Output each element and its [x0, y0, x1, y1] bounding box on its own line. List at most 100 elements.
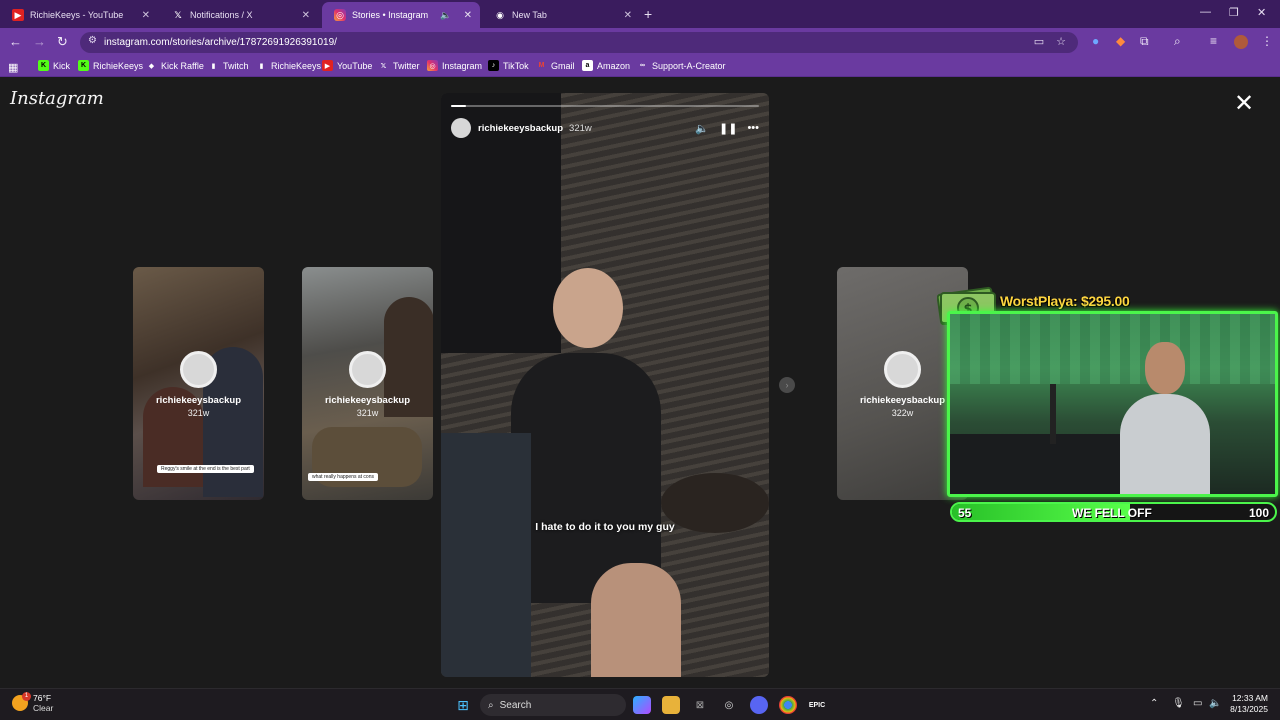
avatar — [884, 351, 921, 388]
tray-chevron-icon[interactable]: ⌃ — [1150, 698, 1158, 709]
instagram-icon: ◎ — [334, 9, 346, 21]
streamer-shirt — [1120, 394, 1210, 494]
gmail-icon: M — [538, 62, 545, 69]
menu-kebab-icon[interactable]: ⋮ — [1261, 34, 1273, 48]
acoustic-panels — [950, 314, 1275, 384]
goal-label: WE FELL OFF — [1072, 506, 1152, 520]
twitch-icon: ▮ — [211, 62, 216, 70]
search-icon: ⌕ — [488, 699, 494, 711]
story-caption: Reggy's smile at the end is the best par… — [157, 465, 254, 473]
epic-icon: ∞ — [640, 62, 645, 69]
copilot-icon[interactable] — [633, 696, 651, 714]
x-icon: 𝕏 — [380, 62, 387, 70]
microphone-icon[interactable]: 🎙 — [1172, 698, 1185, 709]
amazon-icon: a — [582, 60, 593, 71]
restore-icon[interactable]: ❐ — [1229, 6, 1239, 19]
back-icon[interactable]: ← — [9, 34, 22, 49]
bookmark-label: Amazon — [597, 60, 631, 71]
more-options-icon[interactable]: ••• — [747, 122, 759, 134]
bookmark-twitter[interactable]: 𝕏 Twitter — [378, 60, 420, 71]
bookmark-kick[interactable]: K Kick — [38, 60, 70, 71]
bookmark-richiekeeys-kick[interactable]: K RichieKeeys — [78, 60, 143, 71]
windows-start-icon[interactable]: ⊞ — [454, 696, 472, 714]
close-icon[interactable]: ✕ — [302, 10, 310, 21]
site-info-icon[interactable]: ⚙ — [88, 35, 97, 46]
close-icon[interactable]: ✕ — [464, 10, 472, 21]
speaker-icon[interactable]: 🔈 — [440, 10, 451, 21]
story-username[interactable]: richiekeeysbackup — [478, 123, 563, 134]
tab-search-icon[interactable]: ⌕ — [1174, 34, 1181, 49]
bookmark-kick-raffle[interactable]: ◆ Kick Raffle — [146, 60, 204, 71]
bookmark-gmail[interactable]: M Gmail — [536, 60, 575, 71]
instagram-icon: ◎ — [427, 60, 438, 71]
system-clock[interactable]: 12:33 AM 8/13/2025 — [1226, 693, 1268, 715]
bookmark-twitch[interactable]: ▮ Twitch — [208, 60, 249, 71]
weather-widget[interactable]: 1 76°F Clear — [12, 692, 53, 713]
media-control-icon[interactable]: ≡ — [1210, 34, 1217, 48]
epic-games-icon[interactable]: EPIC — [808, 696, 826, 714]
windows-taskbar: 1 76°F Clear ⊞ ⌕ Search ⊠ ◎ EPIC ⌃ 🎙 ▭ 🔈… — [0, 688, 1280, 720]
close-icon[interactable]: ✕ — [142, 10, 150, 21]
goal-target: 100 — [1248, 506, 1269, 520]
minimize-icon[interactable]: — — [1200, 6, 1211, 18]
bookmark-label: Kick Raffle — [161, 60, 204, 71]
file-explorer-icon[interactable] — [662, 696, 680, 714]
story-caption: I hate to do it to you my guy — [535, 521, 675, 533]
browser-toolbar: ← → ↻ ⚙ instagram.com/stories/archive/17… — [0, 28, 1280, 57]
window-close-icon[interactable]: ✕ — [1257, 6, 1266, 19]
apps-grid-icon[interactable]: ▦ — [8, 61, 18, 74]
clock-date: 8/13/2025 — [1230, 704, 1268, 714]
volume-icon[interactable]: 🔈 — [695, 122, 709, 135]
story-figure-face — [553, 268, 623, 348]
tab-youtube[interactable]: ▶ RichieKeeys - YouTube ✕ — [0, 2, 158, 28]
x-icon: 𝕏 — [174, 9, 182, 20]
bookmark-tiktok[interactable]: ♪ TikTok — [488, 60, 529, 71]
search-placeholder: Search — [499, 699, 532, 711]
tiktok-icon: ♪ — [488, 60, 499, 71]
pause-icon[interactable]: ❚❚ — [719, 122, 737, 135]
obs-icon[interactable]: ◎ — [720, 696, 738, 714]
bookmark-label: RichieKeeys — [271, 60, 322, 71]
bookmark-amazon[interactable]: a Amazon — [582, 60, 630, 71]
network-icon[interactable]: ▭ — [1193, 698, 1202, 709]
story-progress-fill — [451, 105, 467, 107]
story-preview[interactable]: richiekeeysbackup 321w Reggy's smile at … — [133, 267, 264, 500]
metamask-icon[interactable]: ◆ — [1116, 34, 1125, 48]
microphone-arm — [1050, 384, 1056, 444]
cast-icon[interactable]: ▭ — [1034, 35, 1044, 48]
extensions-puzzle-icon[interactable]: ⧉ — [1140, 34, 1149, 49]
story-preview[interactable]: richiekeeysbackup 321w what really happe… — [302, 267, 433, 500]
chrome-icon[interactable] — [779, 696, 797, 714]
bookmark-richiekeeys-twitch[interactable]: ▮ RichieKeeys — [256, 60, 321, 71]
active-story[interactable]: richiekeeysbackup 321w 🔈 ❚❚ ••• I hate t… — [441, 93, 769, 677]
tab-new-tab[interactable]: ◉ New Tab ✕ — [482, 2, 640, 28]
bookmark-star-icon[interactable]: ☆ — [1056, 35, 1066, 48]
extension-icon[interactable]: ● — [1092, 34, 1099, 48]
profile-avatar[interactable] — [1234, 35, 1248, 49]
avatar[interactable] — [451, 118, 471, 138]
close-viewer-icon[interactable]: ✕ — [1234, 92, 1254, 116]
desk — [950, 434, 1120, 494]
next-story-arrow-icon[interactable]: › — [779, 377, 795, 393]
new-tab-button[interactable]: + — [644, 6, 652, 22]
tab-label: New Tab — [512, 10, 547, 20]
bookmark-label: Kick — [53, 60, 71, 71]
tab-stories-instagram[interactable]: ◎ Stories • Instagram 🔈 ✕ — [322, 2, 480, 28]
bookmark-support-a-creator[interactable]: ∞ Support-A-Creator — [637, 60, 726, 71]
discord-icon[interactable] — [750, 696, 768, 714]
tab-notifications[interactable]: 𝕏 Notifications / X ✕ — [160, 2, 318, 28]
bookmark-instagram[interactable]: ◎ Instagram — [427, 60, 482, 71]
close-icon[interactable]: ✕ — [624, 10, 632, 21]
taskbar-search[interactable]: ⌕ Search — [480, 694, 626, 716]
bookmark-youtube[interactable]: ▶ YouTube — [322, 60, 372, 71]
goal-progress-bar: 55 WE FELL OFF 100 — [950, 502, 1277, 522]
volume-icon[interactable]: 🔈 — [1209, 698, 1221, 709]
forward-icon[interactable]: → — [33, 34, 46, 49]
xbox-icon[interactable]: ⊠ — [691, 696, 709, 714]
chrome-icon: ◉ — [496, 9, 504, 20]
instagram-logo[interactable]: Instagram — [10, 88, 104, 109]
story-age: 321w — [187, 408, 210, 418]
address-bar[interactable]: ⚙ instagram.com/stories/archive/17872691… — [80, 32, 1078, 53]
reload-icon[interactable]: ↻ — [57, 34, 68, 50]
bookmark-label: Instagram — [442, 60, 483, 71]
